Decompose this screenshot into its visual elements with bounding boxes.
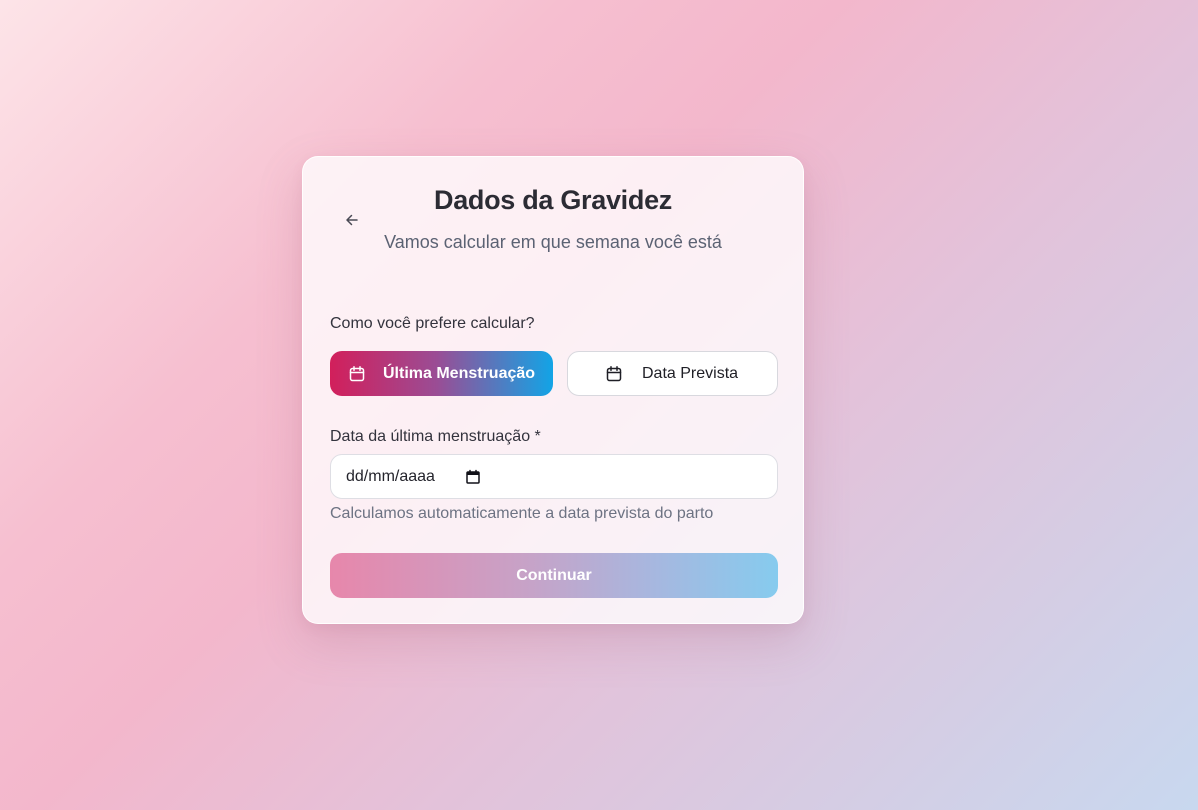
date-placeholder: dd/mm/aaaa <box>346 467 435 485</box>
option-last-period[interactable]: Última Menstruação <box>330 351 553 396</box>
pregnancy-data-card: Dados da Gravidez Vamos calcular em que … <box>302 156 804 624</box>
continue-button-label: Continuar <box>516 566 592 584</box>
option-due-date[interactable]: Data Prevista <box>567 351 778 396</box>
continue-button[interactable]: Continuar <box>330 553 778 598</box>
last-period-date-label: Data da última menstruação * <box>330 428 541 445</box>
option-last-period-label: Última Menstruação <box>383 364 536 382</box>
calendar-icon <box>605 365 623 383</box>
page-title: Dados da Gravidez <box>434 185 672 215</box>
calendar-icon <box>348 365 366 383</box>
calculation-method-label: Como você prefere calcular? <box>330 315 535 332</box>
last-period-date-input[interactable]: dd/mm/aaaa <box>330 454 778 499</box>
calendar-icon[interactable] <box>465 469 481 485</box>
page-subtitle: Vamos calcular em que semana você está <box>384 232 722 252</box>
option-due-date-label: Data Prevista <box>642 364 739 382</box>
due-date-hint: Calculamos automaticamente a data previs… <box>330 505 714 522</box>
